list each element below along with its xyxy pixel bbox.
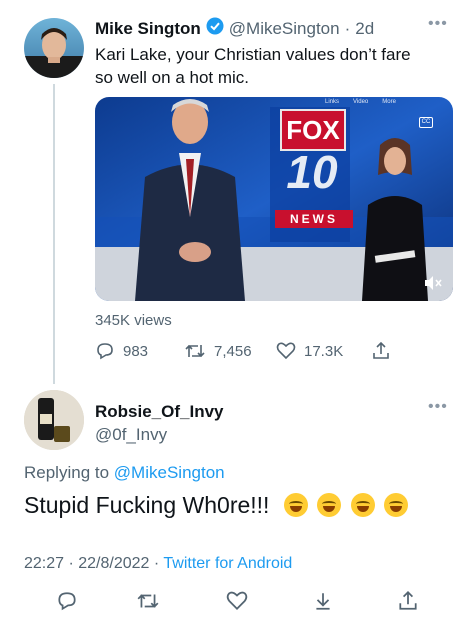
video-menu-bar: Links Video More [325, 99, 396, 105]
tweet-header: Mike Sington @MikeSington · 2d [95, 17, 374, 40]
author-name[interactable]: Mike Sington [95, 19, 201, 39]
retweet-count: 7,456 [214, 342, 252, 360]
like-icon[interactable] [226, 590, 248, 612]
reply-avatar[interactable] [24, 390, 84, 450]
retweet-button[interactable]: 7,456 [184, 341, 252, 361]
reply-text-content: Stupid Fucking Wh0re!!! [24, 492, 270, 518]
reply-icon[interactable] [56, 590, 78, 612]
reply-timestamp[interactable]: 22:27 · 22/8/2022 [24, 555, 149, 572]
tweet-actions: 983 7,456 17.3K [95, 341, 395, 361]
reply-more-icon[interactable]: ••• [428, 398, 448, 416]
tweet-time[interactable]: 2d [355, 19, 374, 39]
reply-author-name[interactable]: Robsie_Of_Invy [95, 402, 224, 422]
video-menu-item: Links [325, 99, 340, 105]
reply-count: 983 [123, 342, 149, 360]
like-button[interactable]: 17.3K [276, 341, 343, 361]
reply-actions [0, 0, 474, 623]
reply-meta: 22:27 · 22/8/2022 · Twitter for Android [24, 555, 292, 573]
tweet-text-line2: so well on a hot mic. [95, 68, 250, 87]
tweet-video[interactable]: FOX 10 NEWS Links Video More CC [95, 97, 453, 301]
emoji-rofl-icon [317, 493, 342, 517]
reply-button[interactable]: 983 [95, 341, 148, 361]
tweet-more-icon[interactable]: ••• [428, 15, 448, 33]
emoji-rofl-icon [384, 493, 409, 517]
author-avatar[interactable] [24, 18, 84, 78]
emoji-rofl-icon [350, 493, 375, 517]
caption-icon[interactable]: CC [419, 117, 433, 128]
replying-to-prefix: Replying to [24, 463, 110, 482]
verified-badge-icon [206, 17, 224, 40]
reply-icon [97, 343, 113, 360]
header-dot: · [344, 18, 351, 38]
replying-to-handle[interactable]: @MikeSington [114, 463, 225, 482]
share-button[interactable] [371, 341, 391, 361]
reply-avatar-image [24, 390, 84, 450]
video-menu-item: More [382, 99, 396, 105]
mute-icon[interactable] [423, 275, 443, 291]
share-icon [373, 341, 389, 359]
replying-to-line: Replying to @MikeSington [24, 463, 225, 483]
fox-logo-news: NEWS [275, 210, 353, 228]
bookmark-icon[interactable] [312, 590, 334, 612]
tweet-text: Kari Lake, your Christian values don’t f… [95, 43, 411, 89]
emoji-rofl-icon [283, 493, 308, 517]
meta-dot: · [153, 555, 160, 572]
like-icon [276, 342, 296, 360]
video-menu-item: Video [353, 99, 369, 105]
fox-logo-number: 10 [286, 146, 338, 198]
retweet-icon[interactable] [136, 590, 160, 612]
reply-source[interactable]: Twitter for Android [163, 555, 292, 572]
retweet-icon [185, 344, 205, 358]
view-count: 345K views [95, 312, 172, 329]
fox-logo-text: FOX [286, 115, 340, 145]
reply-text: Stupid Fucking Wh0re!!! [24, 492, 409, 519]
reply-author-handle[interactable]: @0f_Invy [95, 425, 167, 445]
like-count: 17.3K [304, 342, 344, 360]
thread-connector-line [53, 84, 55, 384]
tweet-text-line1: Kari Lake, your Christian values don’t f… [95, 45, 411, 64]
author-avatar-image [24, 28, 84, 78]
author-handle[interactable]: @MikeSington [229, 19, 340, 39]
share-icon[interactable] [397, 590, 419, 612]
